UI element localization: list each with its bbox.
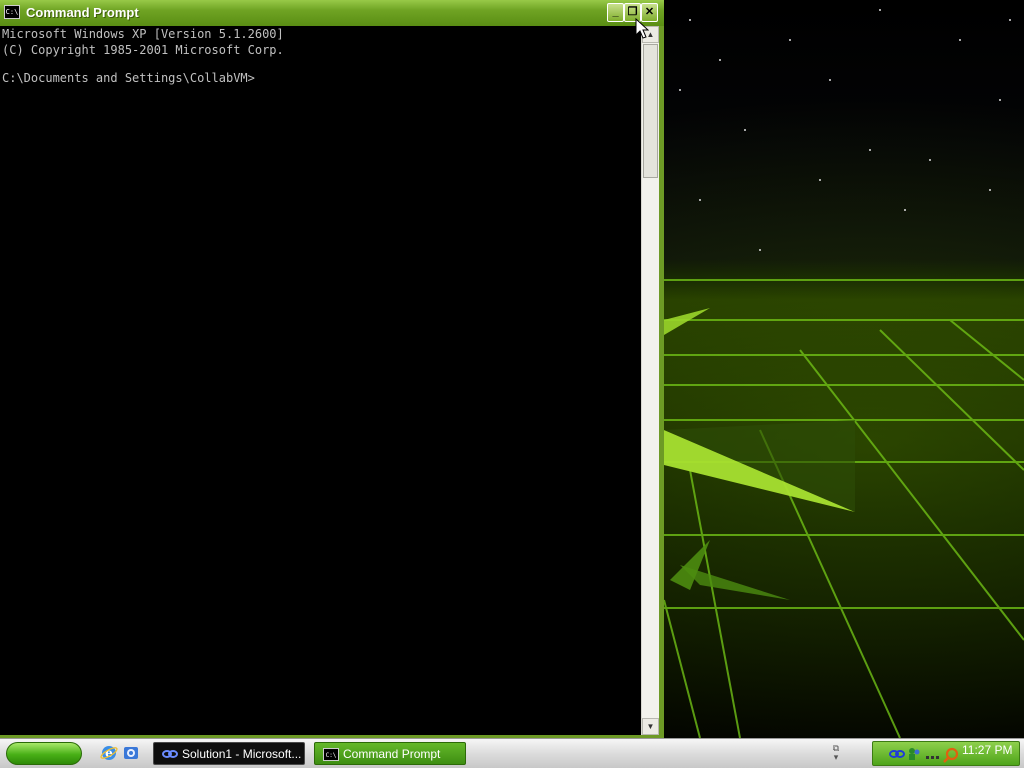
people-icon[interactable] xyxy=(907,747,921,761)
outlook-express-icon[interactable] xyxy=(122,744,140,762)
network-icon[interactable] xyxy=(889,747,905,761)
taskbar: e Solution1 - Microsoft... C:\ Command P… xyxy=(0,738,1024,768)
console-line-copyright: (C) Copyright 1985-2001 Microsoft Corp. xyxy=(2,43,284,57)
cmd-icon: C:\ xyxy=(4,5,20,19)
cmd-icon: C:\ xyxy=(323,748,339,761)
clock[interactable]: 11:27 PM xyxy=(962,743,1012,757)
search-icon[interactable] xyxy=(943,747,959,763)
taskbar-item-solution[interactable]: Solution1 - Microsoft... xyxy=(153,742,305,765)
command-prompt-window[interactable]: C:\ Command Prompt _ ❐ ✕ Microsoft Windo… xyxy=(0,0,664,738)
solution-icon xyxy=(162,750,178,758)
internet-explorer-icon[interactable]: e xyxy=(100,744,118,762)
taskbar-item-label: Solution1 - Microsoft... xyxy=(182,747,302,761)
scroll-down-arrow-icon[interactable]: ▼ xyxy=(642,718,659,735)
title-bar[interactable]: C:\ Command Prompt _ ❐ ✕ xyxy=(0,0,664,26)
dots-icon[interactable] xyxy=(925,747,939,761)
window-border-right[interactable] xyxy=(659,26,664,738)
svg-text:C:\: C:\ xyxy=(326,752,337,759)
console-line-version: Microsoft Windows XP [Version 5.1.2600] xyxy=(2,27,284,41)
console-area[interactable]: Microsoft Windows XP [Version 5.1.2600] … xyxy=(0,26,641,735)
mouse-pointer-icon xyxy=(635,18,649,39)
window-title: Command Prompt xyxy=(26,5,139,20)
minimize-button[interactable]: _ xyxy=(607,3,624,22)
vertical-scrollbar[interactable]: ▲ ▼ xyxy=(641,26,659,735)
taskbar-item-label: Command Prompt xyxy=(343,747,441,761)
tray-expand-icon[interactable]: ⧉ ▾ xyxy=(830,744,842,762)
start-button[interactable] xyxy=(6,742,82,765)
scrollbar-thumb[interactable] xyxy=(643,44,658,178)
taskbar-item-command-prompt[interactable]: C:\ Command Prompt xyxy=(314,742,466,765)
console-prompt: C:\Documents and Settings\CollabVM> xyxy=(2,71,255,85)
